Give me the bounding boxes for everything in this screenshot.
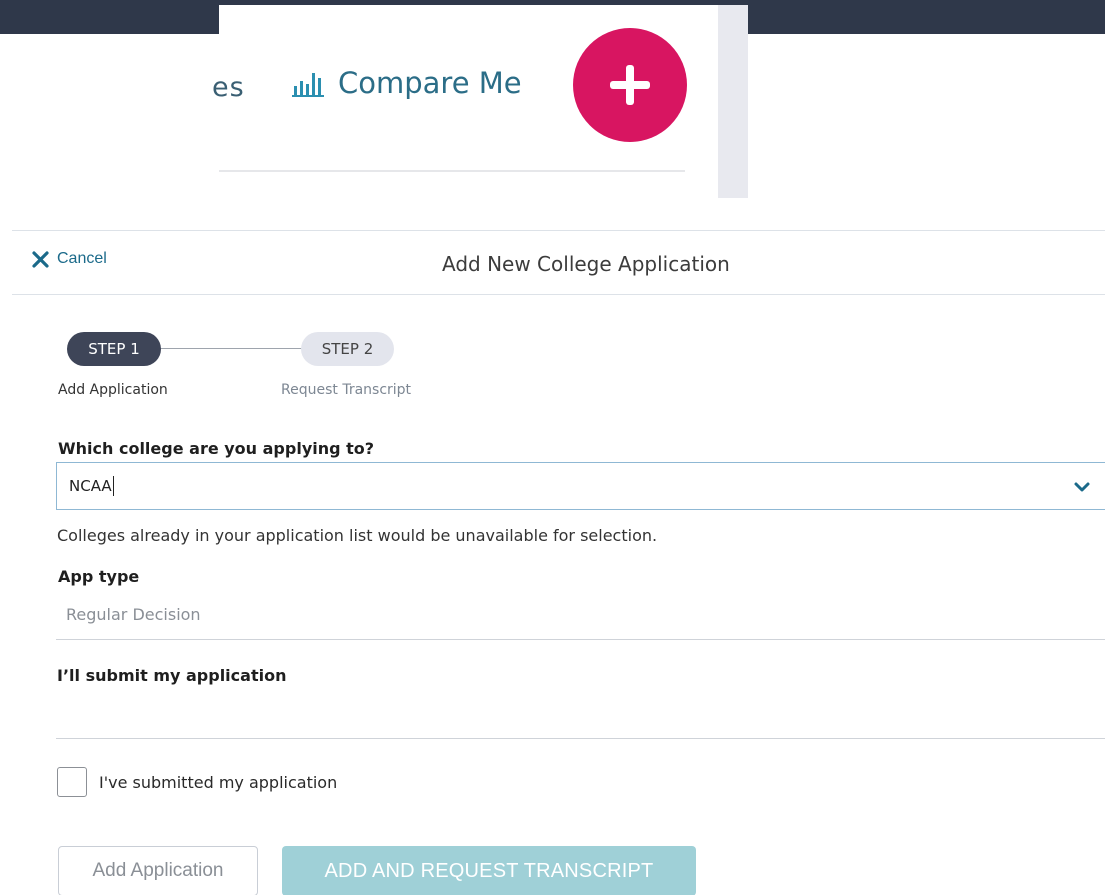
college-help-text: Colleges already in your application lis… — [57, 526, 658, 545]
nav-divider — [219, 170, 685, 172]
app-type-label: App type — [58, 567, 140, 586]
add-fab-button[interactable] — [573, 28, 687, 142]
step-1-caption: Add Application — [58, 382, 168, 398]
compare-me-label: Compare Me — [338, 66, 522, 100]
bar-chart-icon — [292, 73, 324, 97]
step-1-pill[interactable]: STEP 1 — [67, 332, 161, 366]
add-application-button[interactable]: Add Application — [58, 846, 258, 895]
app-type-field[interactable]: Regular Decision — [56, 596, 1105, 640]
close-icon — [32, 250, 49, 268]
plus-icon — [610, 65, 650, 105]
nav-item-partial[interactable]: es — [212, 72, 245, 103]
submit-plan-label: I’ll submit my application — [57, 666, 287, 685]
submit-plan-field[interactable] — [56, 695, 1105, 739]
college-select-value: NCAA — [69, 477, 112, 495]
text-caret — [112, 476, 114, 496]
cancel-label: Cancel — [57, 250, 107, 267]
college-question-label: Which college are you applying to? — [58, 439, 375, 458]
header-bottom-divider — [12, 294, 1105, 295]
submitted-checkbox[interactable] — [57, 767, 87, 797]
header-top-divider — [12, 230, 1105, 231]
step-2-pill[interactable]: STEP 2 — [301, 332, 394, 366]
chevron-down-icon[interactable] — [1073, 478, 1091, 496]
page-title: Add New College Application — [442, 252, 730, 276]
scrollbar-track[interactable] — [718, 5, 748, 198]
submitted-checkbox-label[interactable]: I've submitted my application — [99, 773, 337, 792]
stepper-connector — [160, 348, 302, 349]
step-2-caption: Request Transcript — [281, 382, 412, 398]
college-select[interactable]: NCAA — [56, 462, 1105, 510]
cancel-button[interactable]: Cancel — [32, 250, 107, 268]
nav-item-compare-me[interactable]: Compare Me — [292, 66, 522, 100]
add-and-request-transcript-button[interactable]: ADD AND REQUEST TRANSCRIPT — [282, 846, 696, 895]
